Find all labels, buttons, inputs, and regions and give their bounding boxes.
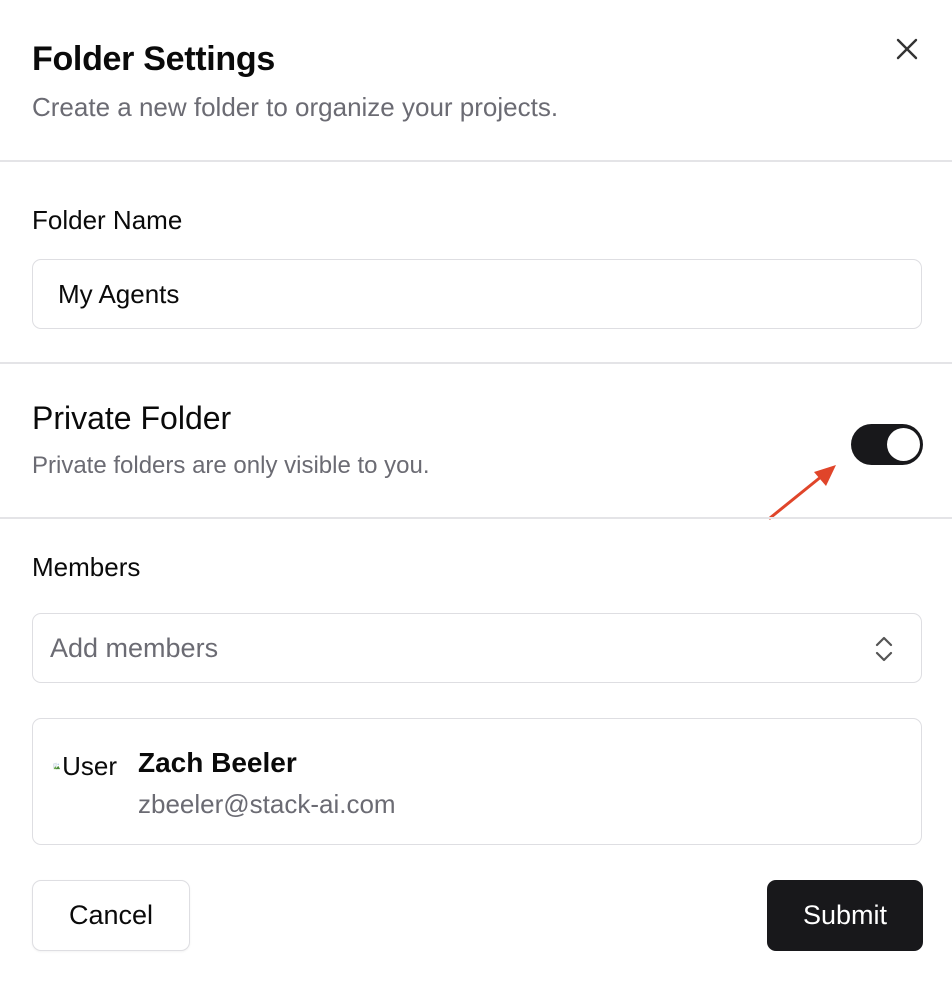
dialog-title: Folder Settings (32, 40, 275, 78)
add-members-placeholder: Add members (50, 633, 219, 663)
chevron-up-down-icon (875, 636, 893, 662)
annotation-arrow-icon (768, 465, 836, 520)
submit-button[interactable]: Submit (767, 880, 923, 951)
members-label: Members (32, 552, 141, 582)
close-icon (896, 38, 918, 60)
folder-settings-dialog: Folder Settings Create a new folder to o… (0, 0, 952, 982)
member-name: Zach Beeler (138, 747, 297, 778)
private-folder-title: Private Folder (32, 400, 232, 436)
add-members-select[interactable]: Add members (32, 613, 922, 683)
dialog-header: Folder Settings Create a new folder to o… (0, 0, 952, 160)
member-email: zbeeler@stack-ai.com (138, 789, 396, 819)
dialog-subtitle: Create a new folder to organize your pro… (32, 92, 559, 122)
toggle-knob (887, 428, 920, 461)
private-folder-toggle[interactable] (851, 424, 923, 465)
folder-name-input[interactable] (32, 259, 922, 329)
divider (0, 160, 952, 162)
divider (0, 362, 952, 364)
divider (0, 517, 952, 519)
close-button[interactable] (890, 32, 924, 66)
cancel-button[interactable]: Cancel (32, 880, 190, 951)
private-folder-description: Private folders are only visible to you. (32, 452, 430, 479)
broken-image-icon (53, 762, 61, 770)
avatar: User (53, 749, 117, 783)
member-list-item: User Zach Beeler zbeeler@stack-ai.com (32, 718, 922, 845)
folder-name-label: Folder Name (32, 205, 183, 235)
avatar-alt-text: User (62, 750, 117, 781)
